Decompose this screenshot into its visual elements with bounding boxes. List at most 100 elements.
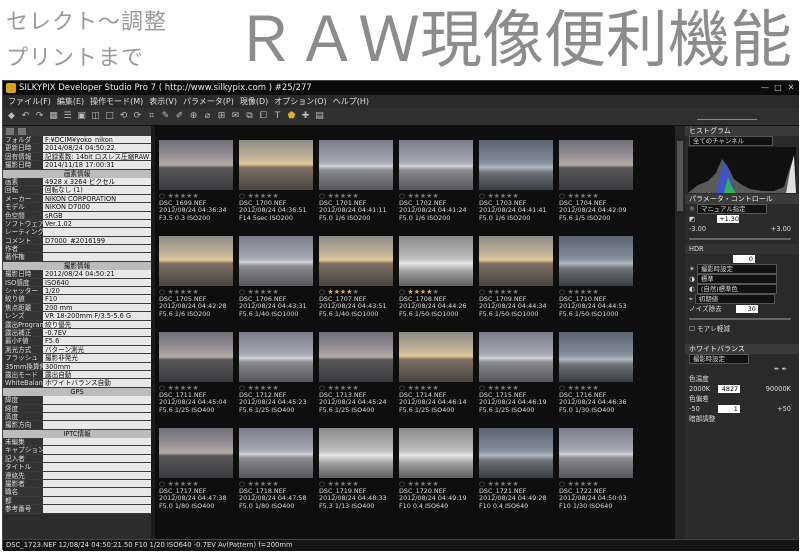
thumbnail-image[interactable] [479, 428, 553, 478]
thumbnail-cell[interactable]: ○ ★★★★★ DSC_1717.NEF 2012/08/24 04:47:38 … [155, 418, 234, 513]
info-value[interactable] [43, 421, 151, 429]
thumbnail-cell[interactable]: ○ ★★★★★ DSC_1701.NEF 2012/08/24 04:41:11 … [315, 130, 394, 225]
noise-value[interactable]: 30 [735, 305, 758, 313]
thumbnail-cell[interactable]: ○ ★★★★★ DSC_1713.NEF 2012/08/24 04:45:24 … [315, 322, 394, 417]
wb-mode-select[interactable]: 撮影時設定 [689, 354, 749, 364]
stamp-icon[interactable]: ⊞ [216, 111, 227, 122]
puzzle-icon[interactable]: ✚ [300, 111, 311, 122]
info-value[interactable] [43, 496, 151, 505]
copy-icon[interactable]: ⧉ [244, 111, 255, 122]
info-value[interactable]: 絞り優先 [43, 320, 151, 328]
exposure-mode-select[interactable]: マニュアル指定 [697, 204, 768, 214]
info-value[interactable]: ホワイトバランス自動 [43, 379, 151, 387]
grid-view-icon[interactable]: ▦ [48, 111, 59, 122]
undo-icon[interactable]: ↶ [20, 111, 31, 122]
thumbnail-image[interactable] [239, 332, 313, 382]
thumbnail-cell[interactable]: ○ ★★★★★ DSC_1715.NEF 2012/08/24 04:46:19 … [475, 322, 554, 417]
preview-view-icon[interactable]: ▣ [76, 111, 87, 122]
thumbnail-image[interactable] [479, 140, 553, 190]
info-value[interactable]: F10 [43, 295, 151, 303]
rating-stars[interactable]: ○ ★★★★★ [559, 480, 599, 488]
crop-icon[interactable]: ⌗ [146, 111, 157, 122]
preset-select-4[interactable]: 初期値 [694, 294, 775, 304]
thumbnail-image[interactable] [319, 236, 393, 286]
exposure-slider[interactable] [685, 234, 799, 244]
thumbnail-image[interactable] [479, 332, 553, 382]
info-value[interactable]: 2014/11/18 17:00:31 [43, 161, 151, 169]
thumbnail-cell[interactable]: ○ ★★★★★ DSC_1711.NEF 2012/08/24 04:45:04 … [155, 322, 234, 417]
rating-stars[interactable]: ○ ★★★★★ [239, 384, 279, 392]
preset-select-2[interactable]: 標準 [696, 274, 777, 284]
eyedropper-icon[interactable]: ⌀ [202, 111, 213, 122]
thumbnail-cell[interactable]: ○ ★★★★★ DSC_1710.NEF 2012/08/24 04:44:53 … [555, 226, 634, 321]
thumbnail-cell[interactable]: ○ ★★★★★ DSC_1707.NEF 2012/08/24 04:43:51 … [315, 226, 394, 321]
info-value[interactable] [43, 505, 151, 513]
thumbnail-cell[interactable]: ○ ★★★★★ DSC_1712.NEF 2012/08/24 04:45:23 … [235, 322, 314, 417]
brush-icon[interactable]: ✐ [174, 111, 185, 122]
thumbnail-image[interactable] [559, 332, 633, 382]
info-value[interactable]: パターン測光 [43, 345, 151, 354]
thumbnail-cell[interactable]: ○ ★★★★★ DSC_1706.NEF 2012/08/24 04:43:31 … [235, 226, 314, 321]
rating-stars[interactable]: ○ ★★★★★ [399, 480, 439, 488]
info-value[interactable]: 露出自動 [43, 370, 151, 379]
menu-item-1[interactable]: 編集(E) [54, 96, 87, 107]
menu-item-2[interactable]: 操作モード(M) [87, 96, 146, 107]
info-value[interactable] [43, 488, 151, 496]
info-value[interactable]: 4928 x 3264 ピクセル [43, 177, 151, 186]
rating-stars[interactable]: ○ ★★★★★ [319, 480, 359, 488]
info-value[interactable]: 2012/08/24 04:50:21 [43, 270, 151, 278]
info-value[interactable]: ISO640 [43, 278, 151, 286]
pen-icon[interactable]: ✎ [160, 111, 171, 122]
exposure-value[interactable]: +1.30 [717, 215, 740, 223]
info-value[interactable]: 回転なし (1) [43, 186, 151, 194]
info-value[interactable]: NIKON CORPORATION [43, 194, 151, 203]
rating-stars[interactable]: ○ ★★★★★ [319, 384, 359, 392]
info-value[interactable]: -0.7EV [43, 328, 151, 337]
rating-stars[interactable]: ○ ★★★★★ [479, 192, 519, 200]
rating-stars[interactable]: ○ ★★★★★ [559, 288, 599, 296]
thumbnail-cell[interactable]: ○ ★★★★★ DSC_1700.NEF 2012/08/24 04:36:51 … [235, 130, 314, 225]
info-value[interactable]: 記録素数: 14bit ロスレス圧縮RAW [43, 152, 151, 161]
badge-icon[interactable]: ⬟ [286, 111, 297, 122]
thumbnail-cell[interactable]: ○ ★★★★★ DSC_1722.NEF 2012/08/24 04:50:03 … [555, 418, 634, 513]
noise-slider[interactable] [685, 314, 799, 324]
info-value[interactable] [43, 228, 151, 236]
info-value[interactable]: 撮影非発光 [43, 354, 151, 362]
channel-select[interactable]: 全てのチャンネル [689, 136, 773, 146]
rating-stars[interactable]: ○ ★★★★★ [319, 192, 359, 200]
layout-icon[interactable]: ▤ [314, 111, 325, 122]
tint-value[interactable]: 1 [717, 405, 740, 413]
preset-select-1[interactable]: 撮影時設定 [697, 264, 778, 274]
rating-stars[interactable]: ○ ★★★★★ [239, 192, 279, 200]
menu-item-5[interactable]: 現像(D) [237, 96, 271, 107]
zoom-slider[interactable] [697, 112, 757, 120]
mail-icon[interactable]: ✉ [230, 111, 241, 122]
rating-stars[interactable]: ○ ★★★★★ [399, 288, 439, 296]
info-value[interactable]: 1/20 [43, 287, 151, 295]
thumbnail-image[interactable] [399, 140, 473, 190]
menu-item-6[interactable]: オプション(O) [271, 96, 330, 107]
close-icon[interactable]: ✕ [785, 82, 797, 93]
thumbnail-cell[interactable]: ○ ★★★★★ DSC_1718.NEF 2012/08/24 04:47:58 … [235, 418, 314, 513]
thumbnail-image[interactable] [479, 236, 553, 286]
redo-icon[interactable]: ↷ [34, 111, 45, 122]
info-value[interactable]: NIKON D7000 [43, 203, 151, 211]
develop-icon[interactable]: ◆ [6, 111, 17, 122]
menu-item-3[interactable]: 表示(V) [146, 96, 180, 107]
info-value[interactable] [43, 454, 151, 463]
thumbnail-image[interactable] [559, 428, 633, 478]
info-value[interactable]: sRGB [43, 211, 151, 219]
thumbnail-cell[interactable]: ○ ★★★★★ DSC_1719.NEF 2012/08/24 04:48:33 … [315, 418, 394, 513]
thumbnail-image[interactable] [559, 140, 633, 190]
info-value[interactable] [43, 253, 151, 261]
list-view-icon[interactable]: ☰ [62, 111, 73, 122]
info-value[interactable]: VR 18-200mm F/3.5-5.6 G [43, 312, 151, 320]
thumbnail-cell[interactable]: ○ ★★★★★ DSC_1709.NEF 2012/08/24 04:44:34 … [475, 226, 554, 321]
thumbnail-image[interactable] [159, 332, 233, 382]
rating-stars[interactable]: ○ ★★★★★ [319, 288, 359, 296]
compare-view-icon[interactable]: ◫ [90, 111, 101, 122]
paste-icon[interactable]: ⧠ [258, 111, 269, 122]
hdr-value[interactable]: 0 [733, 255, 755, 263]
rating-stars[interactable]: ○ ★★★★★ [559, 192, 599, 200]
thumbnail-cell[interactable]: ○ ★★★★★ DSC_1714.NEF 2012/08/24 04:46:14 … [395, 322, 474, 417]
